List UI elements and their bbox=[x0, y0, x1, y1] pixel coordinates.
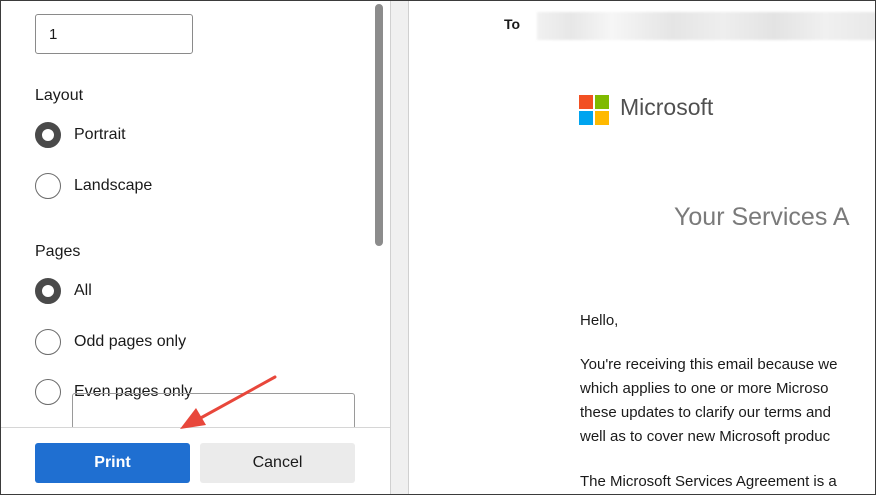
annotation-arrow-icon bbox=[180, 375, 277, 429]
